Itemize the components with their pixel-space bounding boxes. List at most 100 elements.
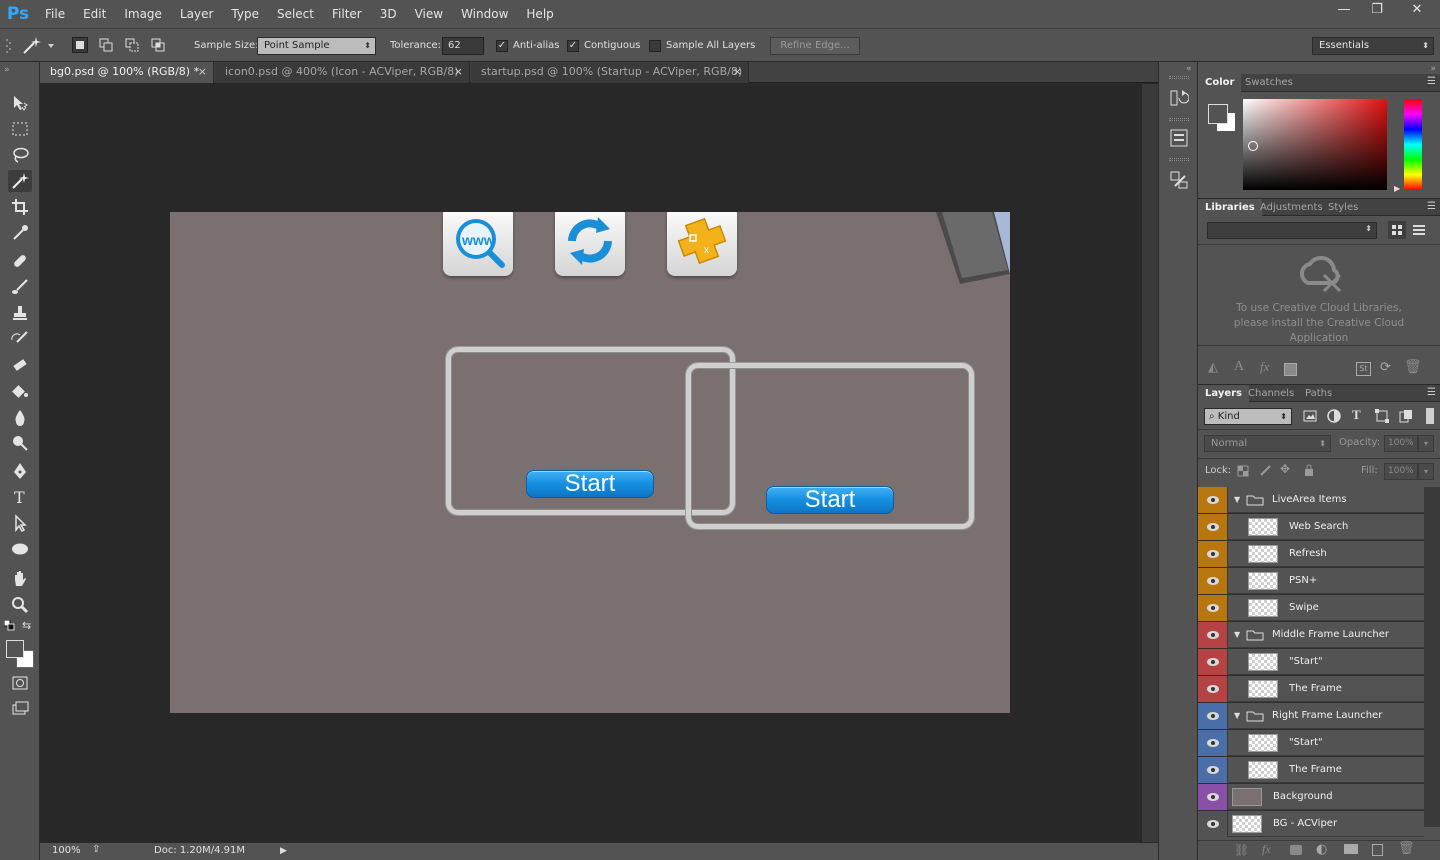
layer-row[interactable]: PSN+ <box>1198 568 1424 594</box>
expand-arrow-icon[interactable]: ▼ <box>1234 495 1240 504</box>
color-field[interactable] <box>1243 99 1387 190</box>
panel-menu-icon[interactable]: ☰ <box>1427 76 1436 87</box>
add-graphic-icon[interactable]: ◭ <box>1208 360 1218 375</box>
properties-panel-button[interactable] <box>1169 128 1189 148</box>
tool-stamp[interactable] <box>8 302 32 324</box>
tool-magic-wand[interactable] <box>8 170 32 192</box>
tool-marquee[interactable] <box>8 118 32 140</box>
adjustment-layer-filter-icon[interactable] <box>1326 408 1342 424</box>
lock-all-icon[interactable] <box>1302 463 1316 477</box>
menu-select[interactable]: Select <box>268 0 323 28</box>
tool-move[interactable] <box>8 92 32 114</box>
tool-zoom[interactable] <box>8 594 32 616</box>
visibility-eye-icon[interactable] <box>1198 514 1228 540</box>
intersect-selection-button[interactable] <box>150 37 166 53</box>
add-character-style-icon[interactable]: A <box>1234 359 1244 375</box>
tool-healing[interactable] <box>8 250 32 272</box>
dock-grip[interactable] <box>1169 118 1189 121</box>
layer-row[interactable]: ▼ Middle Frame Launcher <box>1198 622 1424 648</box>
middle-start-button[interactable]: Start <box>526 470 654 498</box>
add-mask-icon[interactable] <box>1290 845 1302 855</box>
subtract-selection-button[interactable] <box>124 37 140 53</box>
add-layer-style-icon[interactable]: fx <box>1260 359 1269 375</box>
opacity-input[interactable]: 100% <box>1384 435 1418 452</box>
fill-dropdown-icon[interactable]: ▾ <box>1418 463 1434 480</box>
lock-transparent-icon[interactable] <box>1236 464 1250 478</box>
collapse-arrows-icon[interactable]: « <box>1186 64 1192 74</box>
tab-swatches[interactable]: Swatches <box>1238 74 1300 92</box>
sample-size-select[interactable]: Point Sample ⬍ <box>257 37 376 55</box>
visibility-eye-icon[interactable] <box>1198 757 1228 783</box>
vertical-scrollbar[interactable] <box>1142 84 1158 842</box>
close-tab-icon[interactable]: × <box>454 62 463 82</box>
zoom-level[interactable]: 100% <box>52 845 81 856</box>
tool-preset-picker[interactable] <box>20 35 60 57</box>
delete-layer-trash-icon[interactable]: 🗑 <box>1398 841 1415 856</box>
type-layer-filter-icon[interactable]: T <box>1352 407 1361 423</box>
tab-startup[interactable]: startup.psd @ 100% (Startup - ACViper, R… <box>471 62 749 83</box>
menu-view[interactable]: View <box>406 0 452 28</box>
menu-window[interactable]: Window <box>452 0 517 28</box>
layers-scrollbar[interactable] <box>1424 487 1440 827</box>
foreground-color-swatch-top[interactable] <box>6 640 24 658</box>
list-view-button[interactable] <box>1410 221 1428 239</box>
tool-eyedropper[interactable] <box>8 222 32 244</box>
visibility-eye-icon[interactable] <box>1198 676 1228 702</box>
hue-slider[interactable] <box>1404 99 1422 190</box>
screen-mode-button[interactable] <box>8 698 32 720</box>
stock-icon[interactable]: St <box>1356 362 1371 376</box>
tool-crop[interactable] <box>8 196 32 218</box>
visibility-eye-icon[interactable] <box>1198 595 1228 621</box>
close-tab-icon[interactable]: × <box>198 62 207 82</box>
contiguous-checkbox[interactable]: ✓ <box>567 39 579 52</box>
share-icon[interactable]: ⇪ <box>92 844 100 855</box>
tab-bg0[interactable]: bg0.psd @ 100% (RGB/8) * × <box>40 62 214 83</box>
pixel-layer-filter-icon[interactable] <box>1302 408 1318 424</box>
quick-mask-button[interactable] <box>8 672 32 694</box>
tab-channels[interactable]: Channels <box>1241 385 1301 403</box>
tab-paths[interactable]: Paths <box>1298 385 1339 403</box>
menu-layer[interactable]: Layer <box>171 0 222 28</box>
lock-position-icon[interactable]: ✥ <box>1280 462 1290 476</box>
tool-brush[interactable] <box>8 276 32 298</box>
tab-adjustments[interactable]: Adjustments <box>1253 199 1330 217</box>
layer-style-fx-icon[interactable]: fx <box>1262 842 1271 857</box>
tolerance-input[interactable]: 62 <box>442 37 484 55</box>
close-button[interactable]: ✕ <box>1394 0 1440 22</box>
new-group-folder-icon[interactable] <box>1344 844 1358 854</box>
layer-row[interactable]: ▼ Right Frame Launcher <box>1198 703 1424 729</box>
visibility-eye-icon[interactable] <box>1198 811 1228 837</box>
workspace-select[interactable]: Essentials ⬍ <box>1312 37 1434 55</box>
anti-alias-checkbox[interactable]: ✓ <box>496 39 508 52</box>
visibility-eye-icon[interactable] <box>1198 568 1228 594</box>
collapse-arrows-icon[interactable]: » <box>1430 64 1436 74</box>
tool-blur[interactable] <box>8 406 32 428</box>
tool-dodge[interactable] <box>8 432 32 454</box>
layer-row[interactable]: The Frame <box>1198 757 1424 783</box>
menu-help[interactable]: Help <box>517 0 562 28</box>
document-canvas[interactable]: www x Start Start <box>170 212 1010 713</box>
visibility-eye-icon[interactable] <box>1198 541 1228 567</box>
status-menu-arrow-icon[interactable]: ▶ <box>280 846 287 856</box>
shape-layer-filter-icon[interactable] <box>1374 408 1390 424</box>
right-start-button[interactable]: Start <box>766 486 894 514</box>
tool-hand[interactable] <box>8 568 32 590</box>
layer-row[interactable]: Swipe <box>1198 595 1424 621</box>
history-panel-button[interactable] <box>1169 88 1190 108</box>
layer-row[interactable]: Refresh <box>1198 541 1424 567</box>
tool-eraser[interactable] <box>8 354 32 376</box>
tab-styles[interactable]: Styles <box>1321 199 1365 217</box>
close-tab-icon[interactable]: × <box>733 62 742 82</box>
panel-menu-icon[interactable]: ☰ <box>1427 201 1436 212</box>
hue-slider-handle-icon[interactable]: ▶ <box>1394 184 1400 193</box>
tool-path-select[interactable] <box>8 512 32 534</box>
new-layer-icon[interactable] <box>1372 844 1383 856</box>
tab-color[interactable]: Color <box>1198 74 1242 92</box>
new-adjustment-layer-icon[interactable]: ◐ <box>1316 842 1327 857</box>
library-select[interactable]: ⬍ <box>1207 222 1377 239</box>
trash-icon[interactable]: 🗑 <box>1404 359 1422 375</box>
sample-all-layers-checkbox[interactable] <box>649 39 661 52</box>
default-colors-icon[interactable] <box>3 619 16 632</box>
expand-arrow-icon[interactable]: ▼ <box>1234 711 1240 720</box>
dock-grip[interactable] <box>1169 76 1189 79</box>
